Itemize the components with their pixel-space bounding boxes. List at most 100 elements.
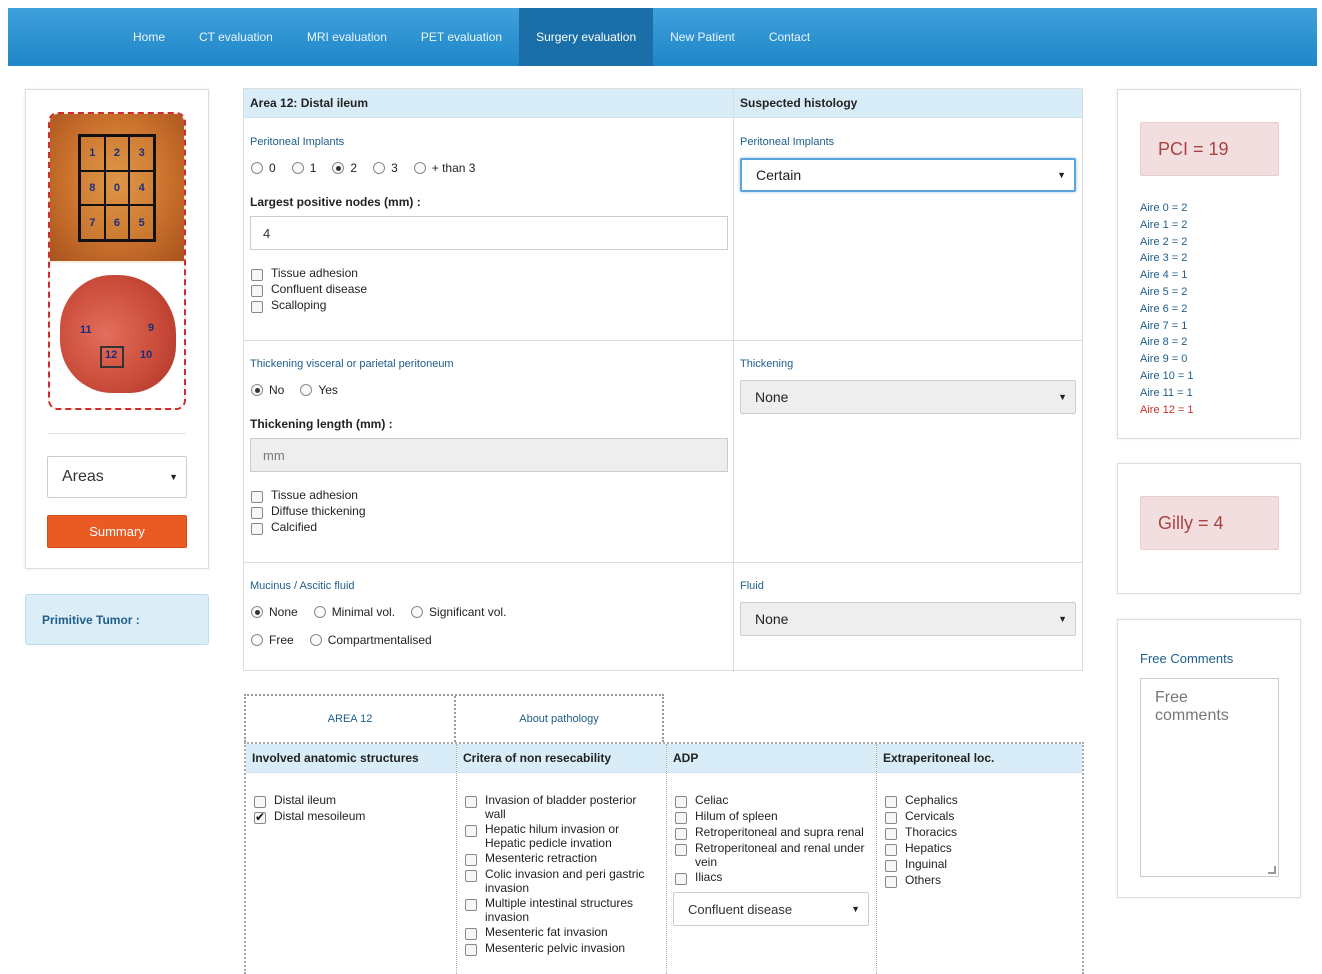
region-8[interactable]: 8 <box>80 170 105 206</box>
nav-new-patient[interactable]: New Patient <box>653 8 752 66</box>
checkbox-label: Thoracics <box>905 825 958 839</box>
nav-pet-evaluation[interactable]: PET evaluation <box>404 8 519 66</box>
calcified-checkbox[interactable] <box>251 523 263 535</box>
hist-thickening-select[interactable]: None ▼ <box>740 380 1076 414</box>
region-4[interactable]: 4 <box>129 170 154 206</box>
hist-fluid-select[interactable]: None ▼ <box>740 602 1076 636</box>
checkbox-label: Others <box>905 873 942 887</box>
cervicals-checkbox[interactable] <box>885 812 897 824</box>
free-comments-textarea[interactable]: Free comments <box>1140 678 1279 877</box>
multiple-intestinal-checkbox[interactable] <box>465 899 477 911</box>
region-7[interactable]: 7 <box>80 205 105 240</box>
retroperitoneal-renal-under-vein-checkbox[interactable] <box>675 844 687 856</box>
aire-item: Aire 9 = 0 <box>1140 353 1188 366</box>
fluid-radio-significant[interactable] <box>411 606 424 618</box>
nodes-input[interactable]: 4 <box>250 216 728 250</box>
areas-select[interactable]: Areas ▼ <box>47 456 187 498</box>
checkbox-label: Mesenteric fat invasion <box>485 925 608 939</box>
hepatics-checkbox[interactable] <box>885 844 897 856</box>
pci-panel: PCI = 19 Aire 0 = 2 Aire 1 = 2 Aire 2 = … <box>1117 89 1301 439</box>
abdominal-regions-grid: 1 2 3 8 0 4 7 6 5 <box>78 134 156 242</box>
thickening-radio-no[interactable] <box>251 384 263 396</box>
intestine-illustration <box>60 275 176 393</box>
region-3[interactable]: 3 <box>129 136 154 171</box>
thickening-option-label: Yes <box>318 383 338 397</box>
aire-item: Aire 8 = 2 <box>1140 336 1188 349</box>
checkbox-label: Diffuse thickening <box>271 504 366 518</box>
nav-ct-evaluation[interactable]: CT evaluation <box>182 8 290 66</box>
implants-label: Peritoneal Implants <box>250 136 345 148</box>
implants-option-label: 3 <box>391 161 398 175</box>
free-comments-label: Free Comments <box>1140 651 1234 666</box>
region-6[interactable]: 6 <box>104 205 130 240</box>
implants-radio-2[interactable] <box>332 162 345 174</box>
nav-contact[interactable]: Contact <box>752 8 827 66</box>
colic-invasion-checkbox[interactable] <box>465 870 477 882</box>
checkbox-label: Mesenteric retraction <box>485 851 598 865</box>
adp-checklist: Celiac Hilum of spleen Retroperitoneal a… <box>675 793 871 885</box>
implants-option-label: 0 <box>269 161 276 175</box>
confluent-disease-checkbox[interactable] <box>251 285 263 297</box>
pci-score: PCI = 19 <box>1140 122 1279 176</box>
mesenteric-fat-checkbox[interactable] <box>465 928 477 940</box>
region-1[interactable]: 1 <box>80 136 105 171</box>
distal-mesoileum-checkbox[interactable] <box>254 810 266 824</box>
nav-surgery-evaluation[interactable]: Surgery evaluation <box>519 8 654 66</box>
adp-select[interactable]: Confluent disease ▼ <box>673 892 869 926</box>
implants-radio-3[interactable] <box>373 162 386 174</box>
checkbox-label: Tissue adhesion <box>271 488 358 502</box>
fluid-radio-compartmentalised[interactable] <box>309 634 322 646</box>
thoracics-checkbox[interactable] <box>885 828 897 840</box>
scalloping-checkbox[interactable] <box>251 301 263 313</box>
anatomy-diagram[interactable]: 1 2 3 8 0 4 7 6 5 11 9 12 10 <box>48 112 186 410</box>
region-5[interactable]: 5 <box>129 205 154 240</box>
others-checkbox[interactable] <box>885 876 897 888</box>
fluid-radio-minimal[interactable] <box>313 606 326 618</box>
tab-about-pathology[interactable]: About pathology <box>453 696 662 742</box>
thickening-length-input[interactable]: mm <box>250 438 728 472</box>
nav-mri-evaluation[interactable]: MRI evaluation <box>290 8 404 66</box>
diffuse-thickening-checkbox[interactable] <box>251 507 263 519</box>
primitive-tumor-panel[interactable]: Primitive Tumor : <box>25 594 209 645</box>
hepatic-hilum-checkbox[interactable] <box>465 825 477 837</box>
checkbox-label: Retroperitoneal and renal under vein <box>695 841 865 869</box>
checkbox-label: Hepatics <box>905 841 952 855</box>
resize-handle-icon[interactable] <box>1268 866 1276 874</box>
tissue-adhesion-checkbox[interactable] <box>251 491 263 503</box>
bladder-invasion-checkbox[interactable] <box>465 796 477 808</box>
tissue-adhesion-checkbox[interactable] <box>251 269 263 281</box>
region-0[interactable]: 0 <box>104 170 130 206</box>
iliacs-checkbox[interactable] <box>675 873 687 885</box>
inguinal-checkbox[interactable] <box>885 860 897 872</box>
hist-fluid-value: None <box>755 611 789 627</box>
region-11[interactable]: 11 <box>80 324 92 336</box>
hilum-spleen-checkbox[interactable] <box>675 812 687 824</box>
mesenteric-pelvic-checkbox[interactable] <box>465 944 477 956</box>
fluid-radio-free[interactable] <box>251 634 263 646</box>
celiac-checkbox[interactable] <box>675 796 687 808</box>
hist-thickening-label: Thickening <box>740 358 794 370</box>
retroperitoneal-supra-renal-checkbox[interactable] <box>675 828 687 840</box>
implants-radio-more-than-3[interactable] <box>413 162 426 174</box>
region-12[interactable]: 12 <box>105 349 117 361</box>
region-2[interactable]: 2 <box>104 136 130 171</box>
thickening-checklist: Tissue adhesion Diffuse thickening Calci… <box>251 488 366 535</box>
region-10[interactable]: 10 <box>140 349 152 361</box>
implants-radio-1[interactable] <box>291 162 304 174</box>
region-9[interactable]: 9 <box>148 322 154 334</box>
thickening-label: Thickening visceral or parietal peritone… <box>250 358 454 370</box>
checkbox-label: Hepatic hilum invasion or Hepatic pedicl… <box>485 822 620 850</box>
mesenteric-retraction-checkbox[interactable] <box>465 854 477 866</box>
cephalics-checkbox[interactable] <box>885 796 897 808</box>
fluid-radio-none[interactable] <box>251 606 263 618</box>
thickening-option-label: No <box>269 383 285 397</box>
tab-area-12[interactable]: AREA 12 <box>246 696 454 742</box>
distal-ileum-checkbox[interactable] <box>254 796 266 808</box>
nav-home[interactable]: Home <box>116 8 182 66</box>
checkbox-label: Confluent disease <box>271 282 368 296</box>
thickening-radio-yes[interactable] <box>300 384 313 396</box>
hist-implants-select[interactable]: Certain ▼ <box>740 158 1076 192</box>
summary-button[interactable]: Summary <box>47 515 187 548</box>
aire-item: Aire 3 = 2 <box>1140 252 1188 265</box>
implants-radio-0[interactable] <box>251 162 263 174</box>
